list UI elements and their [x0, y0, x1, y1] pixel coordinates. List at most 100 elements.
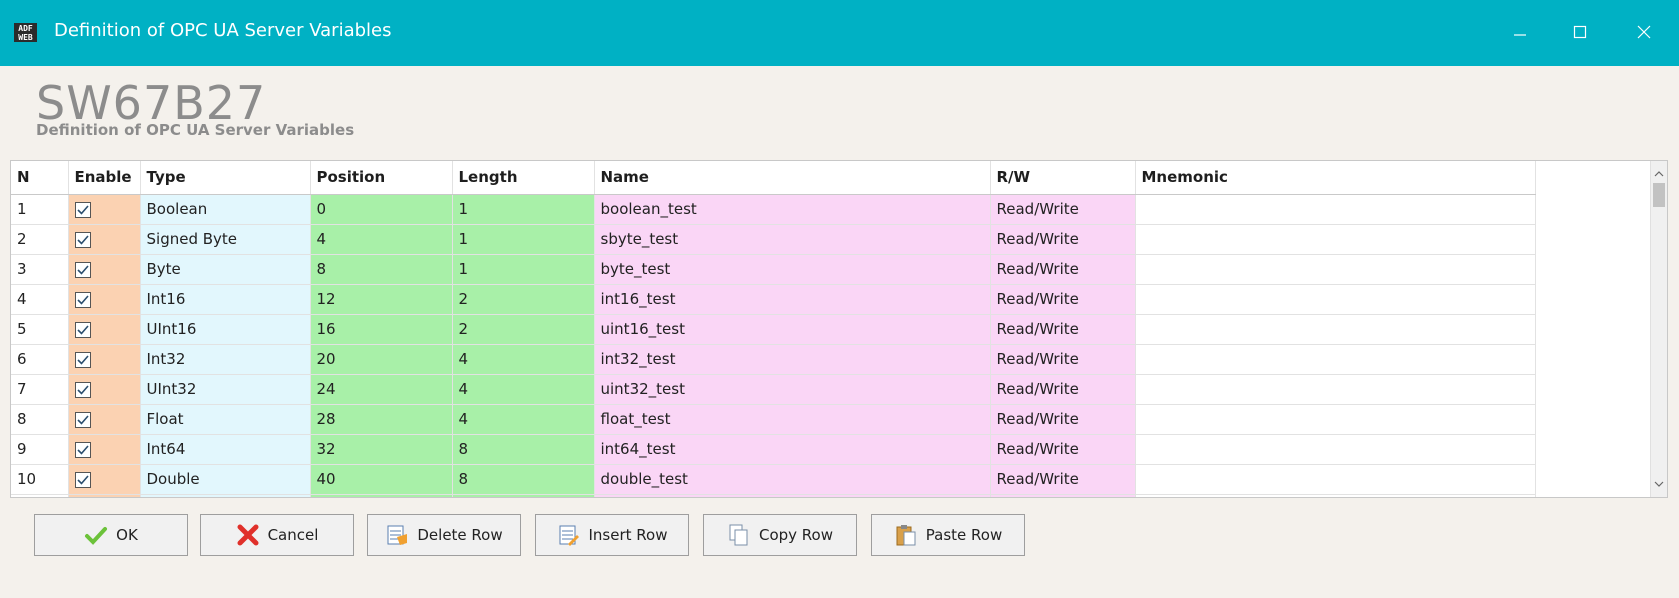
cell-rw[interactable]: Read/Write	[990, 404, 1136, 435]
cell-mnemonic[interactable]	[1135, 374, 1536, 405]
cell-mnemonic[interactable]	[1135, 254, 1536, 285]
cell-length[interactable]: 4	[452, 344, 595, 375]
maximize-button[interactable]	[1556, 14, 1604, 50]
cell-rw[interactable]: Read/Write	[990, 284, 1136, 315]
cell-type[interactable]: Boolean	[140, 194, 311, 225]
cell-mnemonic[interactable]	[1135, 284, 1536, 315]
cell-type[interactable]: Int16	[140, 284, 311, 315]
cell-position[interactable]: 16	[310, 314, 453, 345]
cell-position[interactable]: 40	[310, 464, 453, 495]
cell-length[interactable]: 1	[452, 224, 595, 255]
cell-position[interactable]: 12	[310, 284, 453, 315]
cell-n[interactable]: 3	[11, 254, 69, 285]
cell-enable[interactable]	[68, 314, 141, 345]
header-col-enable[interactable]: Enable	[68, 161, 141, 195]
cell-enable[interactable]	[68, 284, 141, 315]
cell-length[interactable]	[452, 494, 595, 497]
cell-type[interactable]: Float	[140, 404, 311, 435]
header-col-length[interactable]: Length	[452, 161, 595, 195]
enable-checkbox[interactable]	[74, 261, 91, 278]
enable-checkbox[interactable]	[74, 411, 91, 428]
table-row[interactable]: 10 Double 40 8 double_test Read/Write	[11, 464, 1536, 495]
paste-row-button[interactable]: Paste Row	[871, 514, 1025, 556]
cell-position[interactable]: 8	[310, 254, 453, 285]
cell-mnemonic[interactable]	[1135, 434, 1536, 465]
header-col-n[interactable]: N	[11, 161, 69, 195]
cell-type[interactable]: Double	[140, 464, 311, 495]
cell-length[interactable]: 1	[452, 254, 595, 285]
header-col-rw[interactable]: R/W	[990, 161, 1136, 195]
insert-row-button[interactable]: Insert Row	[535, 514, 689, 556]
close-button[interactable]	[1620, 14, 1668, 50]
delete-row-button[interactable]: Delete Row	[367, 514, 521, 556]
cell-name[interactable]: boolean_test	[594, 194, 991, 225]
header-col-name[interactable]: Name	[594, 161, 991, 195]
vertical-scrollbar[interactable]	[1650, 161, 1667, 497]
header-col-type[interactable]: Type	[140, 161, 311, 195]
cell-enable[interactable]	[68, 464, 141, 495]
cell-name[interactable]: uint32_test	[594, 374, 991, 405]
cell-name[interactable]: int64_test	[594, 434, 991, 465]
cell-n[interactable]: 8	[11, 404, 69, 435]
cell-type[interactable]: Int64	[140, 434, 311, 465]
cell-n[interactable]: 1	[11, 194, 69, 225]
cell-n[interactable]: 4	[11, 284, 69, 315]
cell-enable[interactable]	[68, 344, 141, 375]
cell-rw[interactable]	[990, 494, 1136, 497]
cell-name[interactable]: uint16_test	[594, 314, 991, 345]
cell-mnemonic[interactable]	[1135, 344, 1536, 375]
cell-position[interactable]: 4	[310, 224, 453, 255]
cell-rw[interactable]: Read/Write	[990, 434, 1136, 465]
table-row[interactable]: 7 UInt32 24 4 uint32_test Read/Write	[11, 374, 1536, 405]
cell-mnemonic[interactable]	[1135, 404, 1536, 435]
table-row[interactable]: 3 Byte 8 1 byte_test Read/Write	[11, 254, 1536, 285]
cell-type[interactable]: UInt16	[140, 314, 311, 345]
cell-type[interactable]: Signed Byte	[140, 224, 311, 255]
cell-enable[interactable]	[68, 224, 141, 255]
cell-position[interactable]: 24	[310, 374, 453, 405]
cell-position[interactable]	[310, 494, 453, 497]
cell-rw[interactable]: Read/Write	[990, 344, 1136, 375]
table-row[interactable]: 5 UInt16 16 2 uint16_test Read/Write	[11, 314, 1536, 345]
enable-checkbox[interactable]	[74, 321, 91, 338]
cell-enable[interactable]	[68, 254, 141, 285]
table-row[interactable]	[11, 494, 1536, 497]
cell-n[interactable]: 2	[11, 224, 69, 255]
cell-rw[interactable]: Read/Write	[990, 464, 1136, 495]
cell-type[interactable]: Byte	[140, 254, 311, 285]
cell-n[interactable]: 7	[11, 374, 69, 405]
cell-position[interactable]: 28	[310, 404, 453, 435]
ok-button[interactable]: OK	[34, 514, 188, 556]
cell-enable[interactable]	[68, 374, 141, 405]
cell-length[interactable]: 1	[452, 194, 595, 225]
scroll-up-icon[interactable]	[1654, 169, 1664, 179]
enable-checkbox[interactable]	[74, 441, 91, 458]
cell-n[interactable]: 9	[11, 434, 69, 465]
cell-n[interactable]: 5	[11, 314, 69, 345]
enable-checkbox[interactable]	[74, 351, 91, 368]
cell-rw[interactable]: Read/Write	[990, 194, 1136, 225]
cell-mnemonic[interactable]	[1135, 194, 1536, 225]
cell-enable[interactable]	[68, 194, 141, 225]
cancel-button[interactable]: Cancel	[200, 514, 354, 556]
cell-type[interactable]: UInt32	[140, 374, 311, 405]
cell-position[interactable]: 20	[310, 344, 453, 375]
cell-length[interactable]: 8	[452, 434, 595, 465]
table-row[interactable]: 9 Int64 32 8 int64_test Read/Write	[11, 434, 1536, 465]
enable-checkbox[interactable]	[74, 201, 91, 218]
table-row[interactable]: 4 Int16 12 2 int16_test Read/Write	[11, 284, 1536, 315]
cell-rw[interactable]: Read/Write	[990, 314, 1136, 345]
cell-n[interactable]: 10	[11, 464, 69, 495]
cell-name[interactable]: byte_test	[594, 254, 991, 285]
scroll-down-icon[interactable]	[1654, 479, 1664, 489]
cell-rw[interactable]: Read/Write	[990, 224, 1136, 255]
cell-name[interactable]: int16_test	[594, 284, 991, 315]
table-row[interactable]: 6 Int32 20 4 int32_test Read/Write	[11, 344, 1536, 375]
enable-checkbox[interactable]	[74, 231, 91, 248]
cell-type[interactable]: Int32	[140, 344, 311, 375]
cell-rw[interactable]: Read/Write	[990, 254, 1136, 285]
enable-checkbox[interactable]	[74, 291, 91, 308]
table-row[interactable]: 8 Float 28 4 float_test Read/Write	[11, 404, 1536, 435]
cell-length[interactable]: 2	[452, 314, 595, 345]
cell-enable[interactable]	[68, 434, 141, 465]
